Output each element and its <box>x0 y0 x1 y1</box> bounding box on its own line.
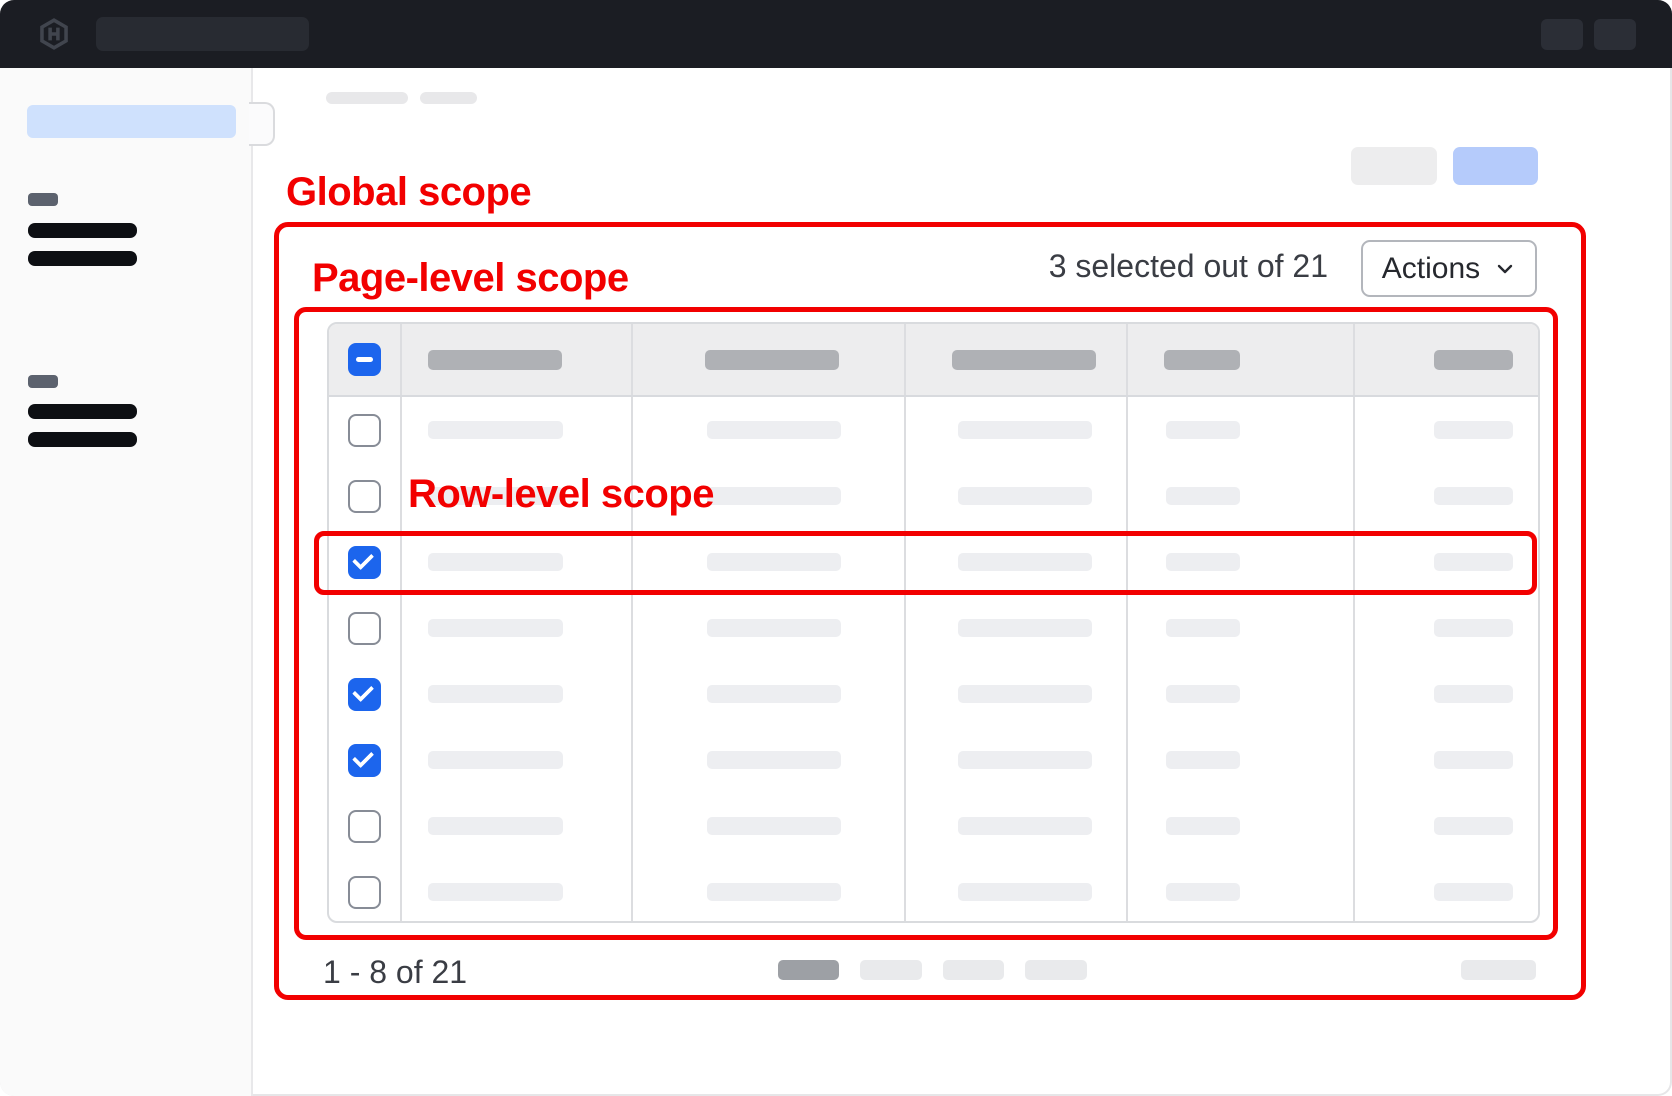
cell-skeleton <box>428 883 563 901</box>
cell-skeleton <box>707 751 841 769</box>
cell-skeleton <box>428 685 563 703</box>
actions-dropdown-button[interactable]: Actions <box>1361 240 1537 297</box>
cell-skeleton <box>958 751 1092 769</box>
table-row <box>329 859 1538 923</box>
sidebar-active-item[interactable] <box>27 105 236 138</box>
primary-button-placeholder[interactable] <box>1453 147 1538 185</box>
cell-skeleton <box>707 883 841 901</box>
cell-skeleton <box>1166 487 1240 505</box>
breadcrumb-item[interactable] <box>326 92 408 104</box>
annotation-global-scope-label: Global scope <box>286 172 531 212</box>
sidebar-section-label <box>28 193 58 206</box>
cell-skeleton <box>1434 883 1513 901</box>
cell-skeleton <box>428 817 563 835</box>
sidebar-nav-item[interactable] <box>28 404 137 419</box>
row-checkbox[interactable] <box>348 480 381 513</box>
cell-skeleton <box>958 553 1092 571</box>
row-checkbox[interactable] <box>348 876 381 909</box>
pagination-page-button[interactable] <box>1025 960 1087 980</box>
column-header-skeleton <box>428 350 562 370</box>
cell-skeleton <box>707 553 841 571</box>
cell-skeleton <box>1434 421 1513 439</box>
cell-skeleton <box>1166 619 1240 637</box>
row-checkbox[interactable] <box>348 678 381 711</box>
cell-skeleton <box>707 619 841 637</box>
column-header-skeleton <box>1164 350 1240 370</box>
cell-skeleton <box>1434 619 1513 637</box>
annotation-row-scope-label: Row-level scope <box>408 474 714 514</box>
pagination-page-button[interactable] <box>860 960 922 980</box>
cell-skeleton <box>1434 553 1513 571</box>
pagination-page-button[interactable] <box>778 960 839 980</box>
nav-button-placeholder[interactable] <box>1541 19 1583 50</box>
table-row <box>329 397 1538 463</box>
cell-skeleton <box>1166 421 1240 439</box>
cell-skeleton <box>1166 553 1240 571</box>
row-checkbox[interactable] <box>348 546 381 579</box>
column-header-skeleton <box>952 350 1096 370</box>
row-checkbox[interactable] <box>348 810 381 843</box>
cell-skeleton <box>707 817 841 835</box>
column-header-skeleton <box>705 350 839 370</box>
cell-skeleton <box>1434 817 1513 835</box>
cell-skeleton <box>958 487 1092 505</box>
cell-skeleton <box>428 751 563 769</box>
top-nav <box>0 0 1672 68</box>
cell-skeleton <box>1434 685 1513 703</box>
row-checkbox[interactable] <box>348 414 381 447</box>
table-row <box>329 727 1538 793</box>
hashicorp-logo-icon <box>37 17 71 51</box>
table-row <box>329 595 1538 661</box>
cell-skeleton <box>958 619 1092 637</box>
sidebar <box>0 68 253 1096</box>
sidebar-toggle-handle[interactable] <box>249 102 275 146</box>
table-header-row <box>329 324 1538 397</box>
pagination-size-control[interactable] <box>1461 960 1536 980</box>
annotation-page-scope-label: Page-level scope <box>312 258 629 298</box>
nav-search-placeholder[interactable] <box>96 17 309 51</box>
row-checkbox[interactable] <box>348 612 381 645</box>
cell-skeleton <box>707 421 841 439</box>
cell-skeleton <box>707 487 841 505</box>
chevron-down-icon <box>1494 258 1516 280</box>
column-header-skeleton <box>1434 350 1513 370</box>
cell-skeleton <box>1166 751 1240 769</box>
cell-skeleton <box>958 685 1092 703</box>
cell-skeleton <box>1166 685 1240 703</box>
secondary-button-placeholder[interactable] <box>1351 147 1437 185</box>
breadcrumb-item[interactable] <box>420 92 477 104</box>
cell-skeleton <box>428 553 563 571</box>
table-row <box>329 793 1538 859</box>
select-all-checkbox[interactable] <box>348 343 381 376</box>
cell-skeleton <box>1166 817 1240 835</box>
cell-skeleton <box>958 421 1092 439</box>
selected-count-text: 3 selected out of 21 <box>1049 248 1328 285</box>
data-table <box>327 322 1540 923</box>
cell-skeleton <box>958 817 1092 835</box>
cell-skeleton <box>958 883 1092 901</box>
sidebar-nav-item[interactable] <box>28 223 137 238</box>
table-row <box>329 529 1538 595</box>
actions-button-label: Actions <box>1382 252 1480 286</box>
table-row <box>329 661 1538 727</box>
app-frame: 3 selected out of 21 Actions <box>0 0 1672 1096</box>
cell-skeleton <box>428 619 563 637</box>
pagination-range-text: 1 - 8 of 21 <box>323 954 467 991</box>
sidebar-nav-item[interactable] <box>28 432 137 447</box>
pagination-page-button[interactable] <box>943 960 1004 980</box>
sidebar-nav-item[interactable] <box>28 251 137 266</box>
cell-skeleton <box>1434 751 1513 769</box>
cell-skeleton <box>428 421 563 439</box>
cell-skeleton <box>707 685 841 703</box>
nav-button-placeholder[interactable] <box>1594 19 1636 50</box>
cell-skeleton <box>1434 487 1513 505</box>
row-checkbox[interactable] <box>348 744 381 777</box>
cell-skeleton <box>1166 883 1240 901</box>
sidebar-section-label <box>28 375 58 388</box>
